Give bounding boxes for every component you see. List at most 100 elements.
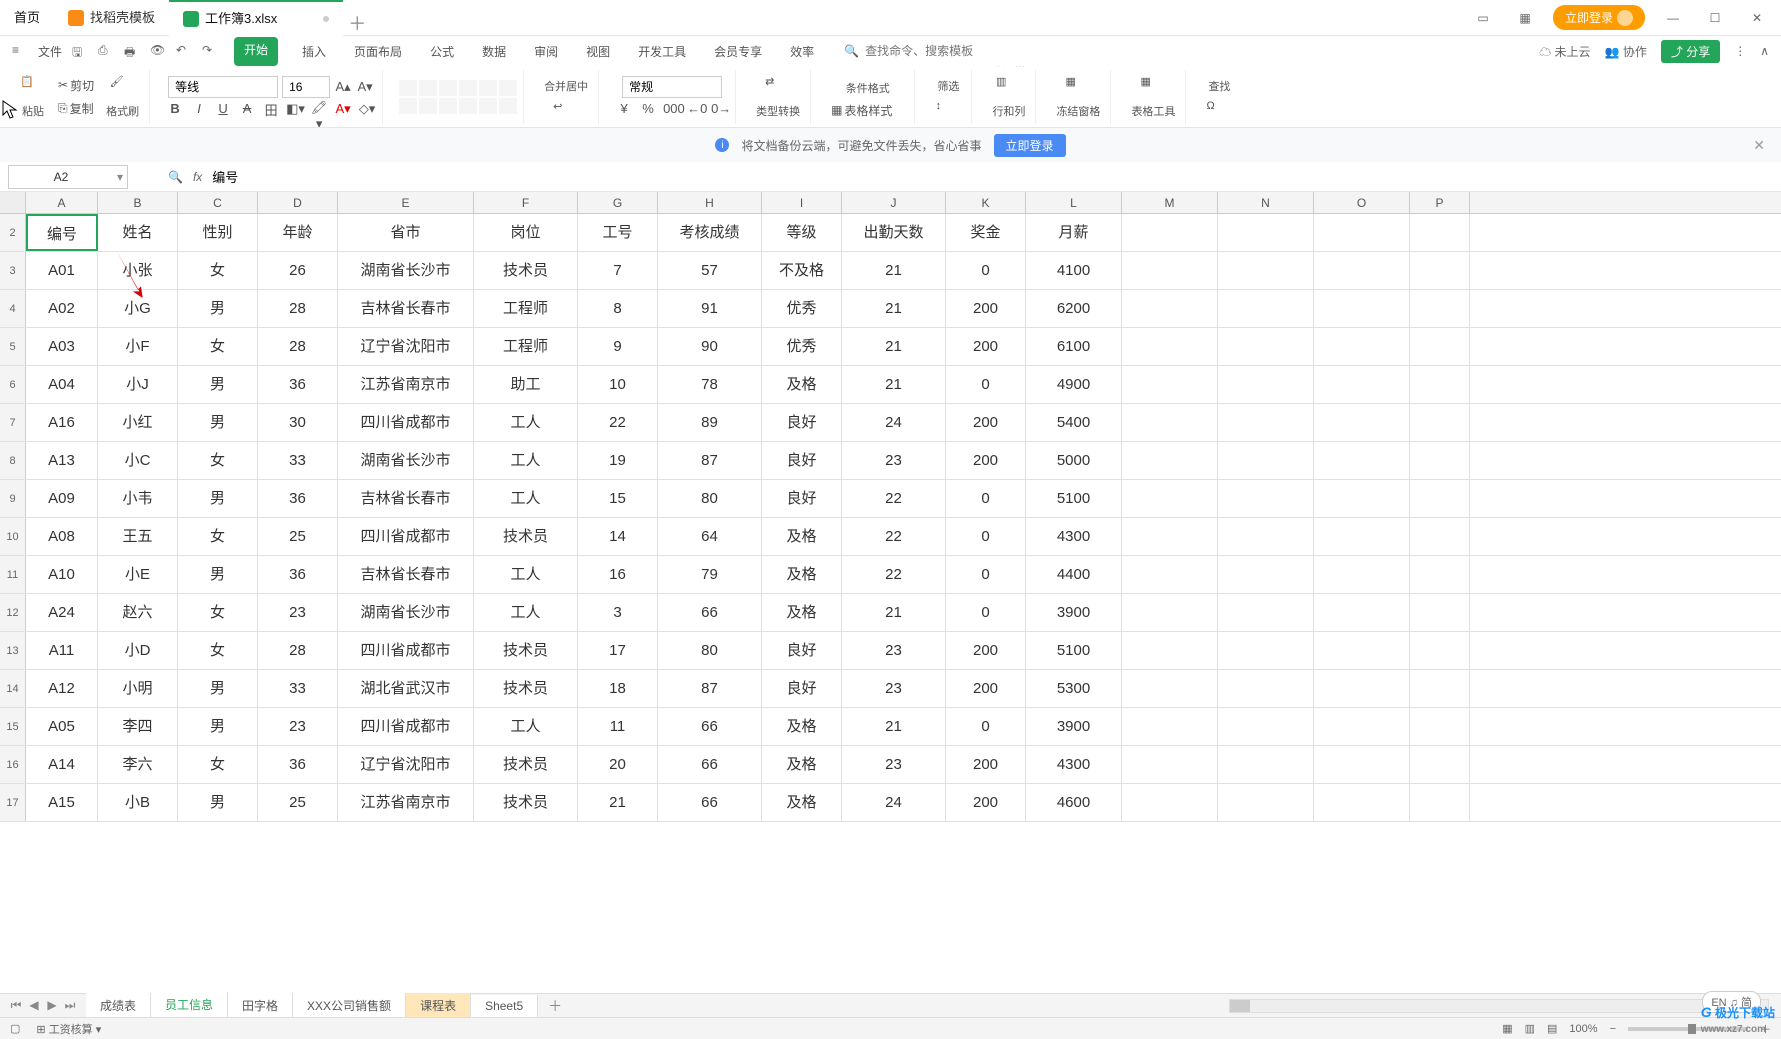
cell[interactable]: 及格 bbox=[762, 784, 842, 821]
cell[interactable] bbox=[1314, 594, 1410, 631]
cell[interactable]: 李四 bbox=[98, 708, 178, 745]
cell[interactable]: 工人 bbox=[474, 404, 578, 441]
cell[interactable]: 助工 bbox=[474, 366, 578, 403]
cell[interactable] bbox=[1218, 632, 1314, 669]
cell[interactable] bbox=[1314, 670, 1410, 707]
cell[interactable]: 64 bbox=[658, 518, 762, 555]
share-button[interactable]: ⤴ 分享 bbox=[1661, 40, 1720, 63]
cell[interactable]: 技术员 bbox=[474, 746, 578, 783]
cell[interactable]: 省市 bbox=[338, 214, 474, 251]
cell[interactable]: A04 bbox=[26, 366, 98, 403]
tab-dev-tools[interactable]: 开发工具 bbox=[634, 37, 690, 66]
cell[interactable] bbox=[1218, 252, 1314, 289]
add-sheet-button[interactable]: ＋ bbox=[538, 996, 572, 1016]
symbol-button[interactable]: Ω符号 bbox=[1202, 98, 1236, 129]
cell[interactable]: 10 bbox=[578, 366, 658, 403]
cell[interactable]: 23 bbox=[842, 442, 946, 479]
cell[interactable]: 年龄 bbox=[258, 214, 338, 251]
cell[interactable]: 优秀 bbox=[762, 328, 842, 365]
cell[interactable]: 小G bbox=[98, 290, 178, 327]
cell[interactable]: A16 bbox=[26, 404, 98, 441]
cell[interactable]: 四川省成都市 bbox=[338, 404, 474, 441]
cell[interactable] bbox=[1314, 328, 1410, 365]
cell[interactable] bbox=[1314, 214, 1410, 251]
cell[interactable]: 14 bbox=[578, 518, 658, 555]
cell[interactable] bbox=[1218, 594, 1314, 631]
cell[interactable] bbox=[1218, 290, 1314, 327]
cell[interactable]: 李六 bbox=[98, 746, 178, 783]
cell[interactable]: A12 bbox=[26, 670, 98, 707]
cell[interactable]: 小D bbox=[98, 632, 178, 669]
font-color-button[interactable]: A▾ bbox=[334, 100, 352, 118]
horizontal-scrollbar[interactable] bbox=[1229, 999, 1769, 1013]
cell[interactable]: 良好 bbox=[762, 442, 842, 479]
cell[interactable]: 男 bbox=[178, 784, 258, 821]
cell[interactable]: 男 bbox=[178, 480, 258, 517]
cell[interactable] bbox=[1410, 670, 1470, 707]
cell[interactable]: 87 bbox=[658, 670, 762, 707]
cell[interactable]: 28 bbox=[258, 632, 338, 669]
cell[interactable] bbox=[1410, 442, 1470, 479]
cell[interactable]: 5000 bbox=[1026, 442, 1122, 479]
cell[interactable]: 89 bbox=[658, 404, 762, 441]
cell[interactable]: 5100 bbox=[1026, 632, 1122, 669]
row-header[interactable]: 13 bbox=[0, 632, 26, 669]
cell[interactable]: 22 bbox=[578, 404, 658, 441]
cell[interactable]: 4100 bbox=[1026, 252, 1122, 289]
cell[interactable]: 不及格 bbox=[762, 252, 842, 289]
row-header[interactable]: 8 bbox=[0, 442, 26, 479]
sheet-next[interactable]: ▶ bbox=[44, 998, 60, 1013]
cell[interactable]: 4300 bbox=[1026, 518, 1122, 555]
cell[interactable] bbox=[1122, 594, 1218, 631]
sheet-first[interactable]: ⏮ bbox=[8, 998, 24, 1013]
cell[interactable]: 及格 bbox=[762, 594, 842, 631]
cell[interactable]: 0 bbox=[946, 708, 1026, 745]
apps-icon[interactable]: ▦ bbox=[1511, 6, 1539, 30]
align-distribute[interactable] bbox=[479, 98, 497, 114]
cell[interactable] bbox=[1314, 746, 1410, 783]
dec-dec-button[interactable]: 0→ bbox=[711, 100, 729, 118]
type-convert-button[interactable]: ⇄类型转换 bbox=[752, 73, 804, 121]
percent-button[interactable]: % bbox=[639, 100, 657, 118]
find-button[interactable]: 🔍查找 bbox=[1202, 66, 1236, 96]
col-header-P[interactable]: P bbox=[1410, 192, 1470, 213]
cell[interactable]: 36 bbox=[258, 480, 338, 517]
col-header-K[interactable]: K bbox=[946, 192, 1026, 213]
cell[interactable]: 18 bbox=[578, 670, 658, 707]
zoom-value[interactable]: 100% bbox=[1569, 1023, 1597, 1035]
col-header-D[interactable]: D bbox=[258, 192, 338, 213]
cell[interactable]: 23 bbox=[258, 708, 338, 745]
tab-member[interactable]: 会员专享 bbox=[710, 37, 766, 66]
cell[interactable] bbox=[1410, 556, 1470, 593]
cell[interactable]: 36 bbox=[258, 746, 338, 783]
row-header[interactable]: 11 bbox=[0, 556, 26, 593]
cell[interactable] bbox=[1410, 594, 1470, 631]
cell[interactable]: 17 bbox=[578, 632, 658, 669]
align-top-right[interactable] bbox=[439, 80, 457, 96]
rowcol-button[interactable]: ▥行和列 bbox=[988, 73, 1029, 121]
clear-format-button[interactable]: ◇▾ bbox=[358, 100, 376, 118]
tab-view[interactable]: 视图 bbox=[582, 37, 614, 66]
cell[interactable]: 及格 bbox=[762, 746, 842, 783]
cell[interactable]: 80 bbox=[658, 632, 762, 669]
cell[interactable]: 良好 bbox=[762, 404, 842, 441]
name-box[interactable]: A2 ▾ bbox=[8, 165, 128, 189]
hamburger-icon[interactable]: ≡ bbox=[12, 43, 28, 59]
cell[interactable]: 小F bbox=[98, 328, 178, 365]
cell[interactable]: 22 bbox=[842, 518, 946, 555]
view-normal-icon[interactable]: ▦ bbox=[1502, 1022, 1512, 1035]
col-header-C[interactable]: C bbox=[178, 192, 258, 213]
row-header[interactable]: 4 bbox=[0, 290, 26, 327]
view-page-icon[interactable]: ▥ bbox=[1525, 1022, 1535, 1035]
cell[interactable]: 男 bbox=[178, 670, 258, 707]
cell[interactable]: 200 bbox=[946, 746, 1026, 783]
cell[interactable]: 22 bbox=[842, 480, 946, 517]
zoom-out-button[interactable]: − bbox=[1610, 1023, 1616, 1035]
cell[interactable]: 0 bbox=[946, 252, 1026, 289]
copy-button[interactable]: ⎘ 复制 bbox=[54, 98, 98, 119]
cell[interactable]: 22 bbox=[842, 556, 946, 593]
row-header[interactable]: 5 bbox=[0, 328, 26, 365]
comma-button[interactable]: 000 bbox=[663, 100, 681, 118]
cell[interactable]: 工程师 bbox=[474, 290, 578, 327]
indent-inc[interactable] bbox=[479, 80, 497, 96]
